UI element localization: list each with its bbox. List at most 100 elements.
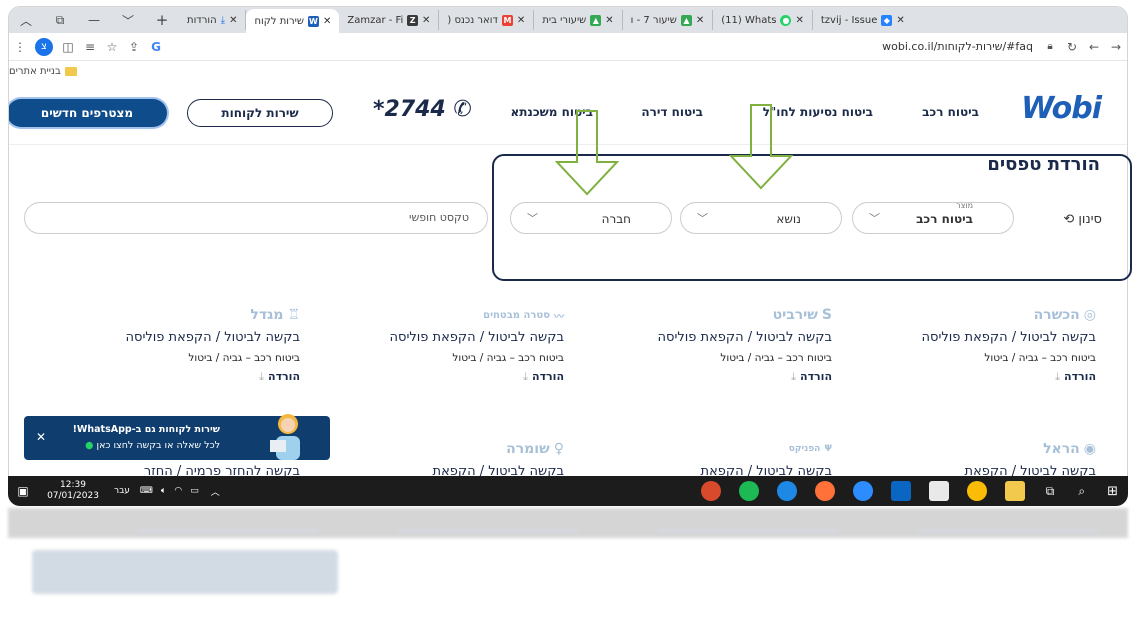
menu-icon[interactable]: ⋮ xyxy=(9,40,31,54)
notification-icon[interactable]: ▣ xyxy=(8,484,38,498)
back-icon[interactable]: ← xyxy=(1083,40,1105,54)
address-bar: ⋮ צ ◫ ≡ ☆ ⇪ G wobi.co.il/שירות-לקוחות/#f… xyxy=(9,33,1127,61)
phone-number[interactable]: *2744 ✆ xyxy=(373,97,472,122)
tab-drive-1[interactable]: ✕ ▲ שיעורי בית xyxy=(534,10,623,30)
url-input[interactable]: wobi.co.il/שירות-לקוחות/#faq xyxy=(882,40,1033,53)
chevron-up-icon[interactable]: ︿ xyxy=(211,485,220,498)
bookmark-item[interactable]: בניית אתרים xyxy=(9,66,61,77)
product-select[interactable]: מוצר ביטוח רכב ﹀ xyxy=(852,201,1014,234)
close-icon[interactable]: ✕ xyxy=(696,15,704,26)
customer-service-button[interactable]: שירות לקוחות xyxy=(187,99,333,127)
search-icon[interactable]: ⌕ xyxy=(1078,484,1085,499)
tab-zamzar[interactable]: ✕ Z Zamzar - Fi xyxy=(339,10,440,30)
chevron-down-icon: ﹀ xyxy=(697,212,708,225)
task-view-icon[interactable]: ⧉ xyxy=(1046,484,1055,499)
close-icon[interactable]: ✕ xyxy=(36,430,46,444)
close-icon[interactable]: ✕ xyxy=(896,15,904,26)
harel-icon: ◉ xyxy=(1083,441,1096,457)
tab-drive-2[interactable]: ✕ ▲ שיעור 7 - ו xyxy=(623,10,714,30)
phoenix-icon: Ψ xyxy=(824,444,832,454)
zoom-icon[interactable] xyxy=(852,481,873,501)
close-icon[interactable]: ✕ xyxy=(323,16,331,27)
company-logo: ♖ מגדל xyxy=(250,307,300,323)
gmail-icon: M xyxy=(501,14,513,26)
language-indicator[interactable]: עבר xyxy=(114,486,130,496)
form-card: 〰 סטרה מבטחים בקשה לביטול / הקפאת פוליסה … xyxy=(344,304,564,384)
clock[interactable]: 12:39 07/01/2023 xyxy=(38,480,108,502)
windows-icon[interactable]: ⊞ xyxy=(1107,484,1118,499)
zamzar-icon: Z xyxy=(407,14,418,26)
annotation-arrow xyxy=(555,110,619,196)
keyboard-icon[interactable]: ⌨ xyxy=(140,486,153,496)
form-card: ♀ שומרה בקשה לביטול / הקפאת xyxy=(344,438,564,480)
firefox-icon[interactable] xyxy=(814,481,835,501)
form-card: ◎ הכשרה בקשה לביטול / הקפאת פוליסה ביטוח … xyxy=(876,304,1096,384)
wobi-logo[interactable]: Wobi xyxy=(1021,91,1102,126)
restore-icon[interactable]: ⧉ xyxy=(43,13,77,28)
download-icon: ⤓ xyxy=(523,370,529,383)
whatsapp-icon: ● xyxy=(85,440,94,451)
edge-icon[interactable] xyxy=(776,481,797,501)
hachshara-icon: ◎ xyxy=(1083,307,1096,323)
chrome-icon[interactable] xyxy=(966,481,987,501)
chevron-down-icon: ﹀ xyxy=(869,212,880,225)
app-icon[interactable] xyxy=(700,481,721,501)
reading-list-icon[interactable]: ≡ xyxy=(79,40,101,54)
tab-customer-service[interactable]: ✕ W שירות לקוח xyxy=(246,9,340,33)
drive-icon: ▲ xyxy=(590,14,602,26)
tab-whatsapp[interactable]: ✕ ● (11) Whats xyxy=(713,10,813,30)
close-icon[interactable]: ✕ xyxy=(517,15,525,26)
sidebar-icon[interactable]: ◫ xyxy=(57,40,79,54)
forward-icon[interactable]: → xyxy=(1105,40,1127,54)
company-logo: Ψ הפניקס xyxy=(788,444,832,454)
download-link[interactable]: הורדה⤓ xyxy=(344,370,564,384)
free-text-input[interactable]: טקסט חופשי xyxy=(24,202,488,234)
volume-icon[interactable]: 🔈︎ xyxy=(161,486,166,496)
agent-avatar xyxy=(270,414,300,460)
whatsapp-banner[interactable]: שירות לקוחות גם ב-WhatsApp! לכל שאלה או … xyxy=(24,414,330,460)
share-icon[interactable]: ⇪ xyxy=(123,40,145,54)
bookmarks-bar: בניית אתרים xyxy=(9,61,1127,81)
download-icon: ⤓ xyxy=(791,370,797,383)
tab-strip: ︿ ⧉ — ﹀ + ✕ ⤓ הורדות ✕ W שירות לקוח ✕ Z Zamzar… xyxy=(9,7,1127,33)
company-logo: 〰 סטרה מבטחים xyxy=(483,309,564,323)
minimize-icon[interactable]: — xyxy=(77,13,111,27)
form-card: ♖ מגדל בקשה לביטול / הקפאת פוליסה ביטוח ר… xyxy=(80,304,300,384)
battery-icon[interactable]: ▭ xyxy=(190,486,199,496)
shomera-icon: ♀ xyxy=(553,441,564,457)
lock-icon: 🔒︎ xyxy=(1047,41,1053,52)
close-icon[interactable]: ✕ xyxy=(422,15,430,26)
spotify-icon[interactable] xyxy=(738,481,759,501)
nav-car-insurance[interactable]: ביטוח רכב xyxy=(922,105,979,119)
store-icon[interactable] xyxy=(928,481,949,501)
close-icon[interactable]: ✕ xyxy=(795,15,803,26)
mail-icon[interactable] xyxy=(890,481,911,501)
google-icon[interactable]: G xyxy=(145,40,167,54)
tab-downloads[interactable]: ✕ ⤓ הורדות xyxy=(179,10,247,30)
download-link[interactable]: הורדה⤓ xyxy=(612,370,832,384)
tab-jira[interactable]: ✕ ◆ tzvij - Issue xyxy=(813,10,913,30)
star-icon[interactable]: ☆ xyxy=(101,40,123,54)
company-select[interactable]: חברה ﹀ xyxy=(510,202,672,234)
download-link[interactable]: הורדה⤓ xyxy=(876,370,1096,384)
company-logo: ♀ שומרה xyxy=(506,441,564,457)
join-button[interactable]: מצטרפים חדשים xyxy=(9,99,167,127)
tab-gmail[interactable]: ✕ M דואר נכנס ( xyxy=(439,10,535,30)
close-icon[interactable]: ✕ xyxy=(229,15,237,26)
nav-home-insurance[interactable]: ביטוח דירה xyxy=(641,105,703,119)
close-icon[interactable]: ✕ xyxy=(605,15,613,26)
wifi-icon[interactable]: ◠ xyxy=(174,486,182,496)
download-icon: ⤓ xyxy=(1055,370,1061,383)
topic-select[interactable]: נושא ﹀ xyxy=(680,202,842,234)
chevron-down-icon[interactable]: ﹀ xyxy=(111,12,145,29)
new-tab-icon[interactable]: + xyxy=(145,11,179,29)
download-link[interactable]: הורדה⤓ xyxy=(80,370,300,384)
chevron-up-icon[interactable]: ︿ xyxy=(9,12,43,29)
annotation-arrow xyxy=(729,104,793,190)
download-icon: ⤓ xyxy=(220,14,226,26)
form-card: ◉ הראל בקשה לביטול / הקפאת xyxy=(876,438,1096,480)
explorer-icon[interactable] xyxy=(1004,481,1025,501)
tower-icon: ♖ xyxy=(287,307,300,323)
avatar[interactable]: צ xyxy=(35,37,53,56)
reload-icon[interactable]: ↻ xyxy=(1061,40,1083,54)
